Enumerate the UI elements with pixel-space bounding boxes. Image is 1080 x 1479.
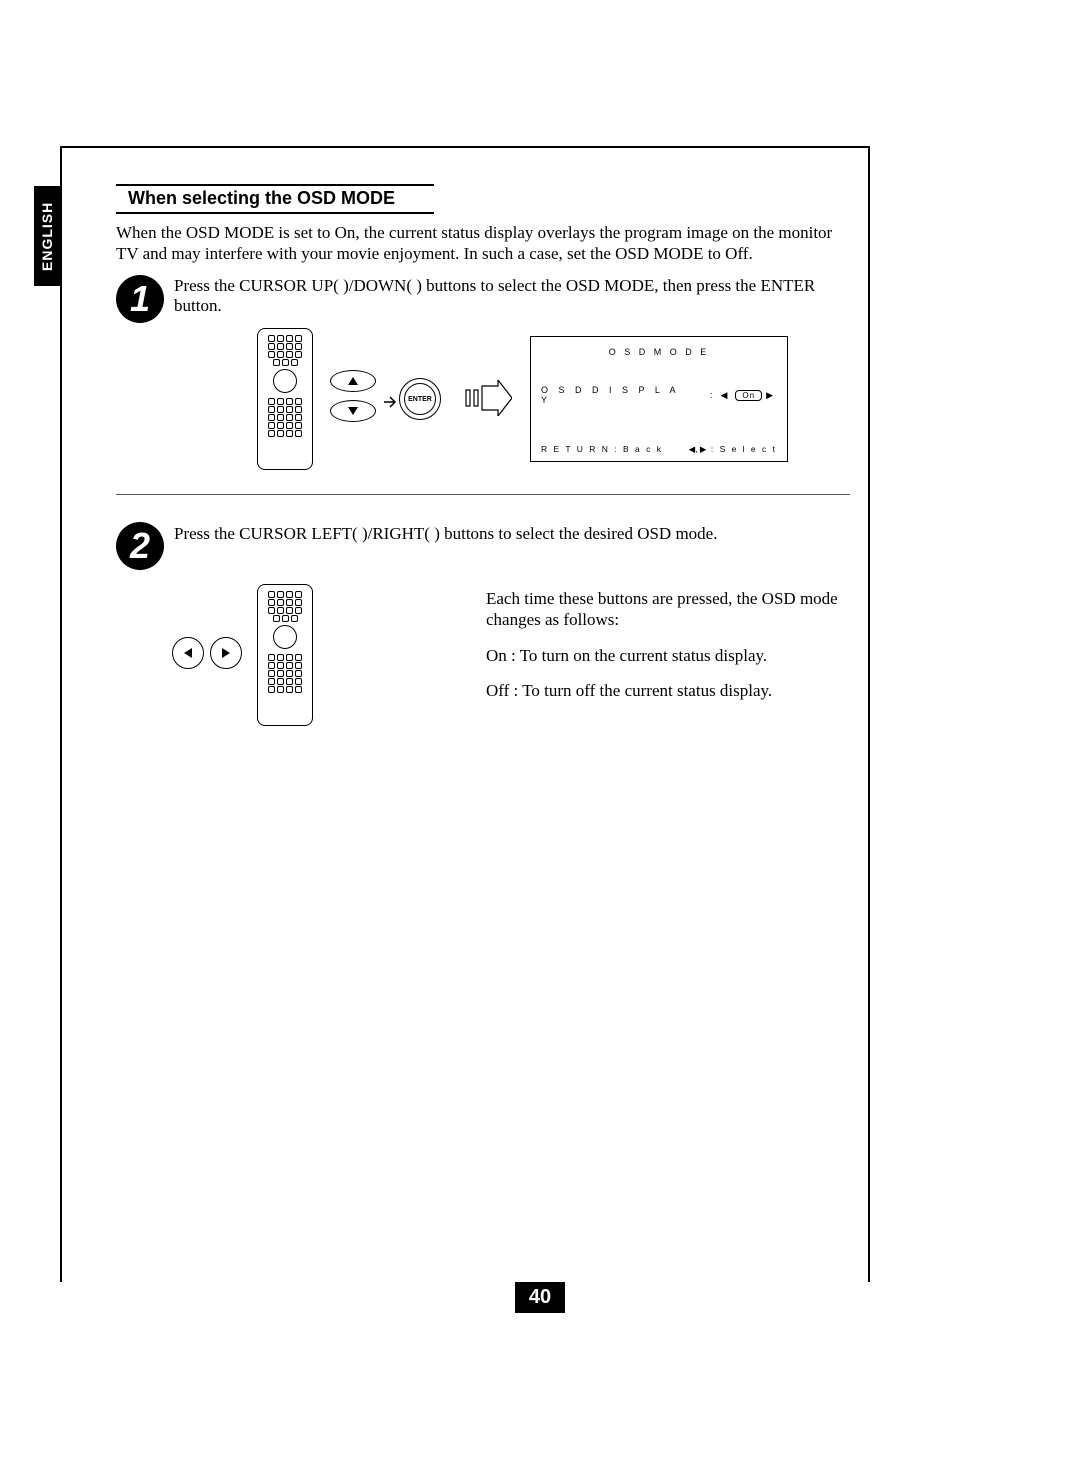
page-number-container: 40 xyxy=(0,1282,1080,1313)
cursor-left-right-buttons xyxy=(172,628,242,678)
remote-illustration xyxy=(257,328,313,470)
osd-return-label: R E T U R N : B a c k xyxy=(541,444,663,455)
osd-display-label: O S D D I S P L A Y xyxy=(541,385,691,405)
step-number-2: 2 xyxy=(116,522,164,570)
step-number-1: 1 xyxy=(116,275,164,323)
step2-desc-intro: Each time these buttons are pressed, the… xyxy=(486,588,856,631)
step2-desc-on: On : To turn on the current status displ… xyxy=(486,645,856,666)
down-icon xyxy=(348,407,358,415)
remote-illustration xyxy=(257,584,313,726)
step2-desc-off: Off : To turn off the current status dis… xyxy=(486,680,856,701)
enter-button: ENTER xyxy=(399,378,441,420)
osd-title: O S D M O D E xyxy=(531,347,787,357)
cursor-up-down-buttons xyxy=(325,370,381,426)
step2-instruction: Press the CURSOR LEFT( )/RIGHT( ) button… xyxy=(174,524,854,544)
intro-paragraph: When the OSD MODE is set to On, the curr… xyxy=(116,222,856,265)
osd-display-value: On xyxy=(735,390,762,401)
step2-description: Each time these buttons are pressed, the… xyxy=(486,588,856,715)
language-tab: ENGLISH xyxy=(34,186,60,286)
step1-instruction: Press the CURSOR UP( )/DOWN( ) buttons t… xyxy=(174,276,854,316)
section-title: When selecting the OSD MODE xyxy=(120,188,403,209)
page-number: 40 xyxy=(515,1282,565,1313)
result-arrow-icon xyxy=(462,380,512,416)
step-divider xyxy=(116,494,850,495)
left-icon xyxy=(184,648,192,658)
arrow-right-icon xyxy=(384,392,398,413)
osd-screen: O S D M O D E O S D D I S P L A Y : ◀ On… xyxy=(530,336,788,462)
osd-display-row: O S D D I S P L A Y : ◀ On ▶ xyxy=(541,385,777,405)
osd-select-label: ◀, ▶ : S e l e c t xyxy=(689,444,777,455)
up-icon xyxy=(348,377,358,385)
right-icon xyxy=(222,648,230,658)
